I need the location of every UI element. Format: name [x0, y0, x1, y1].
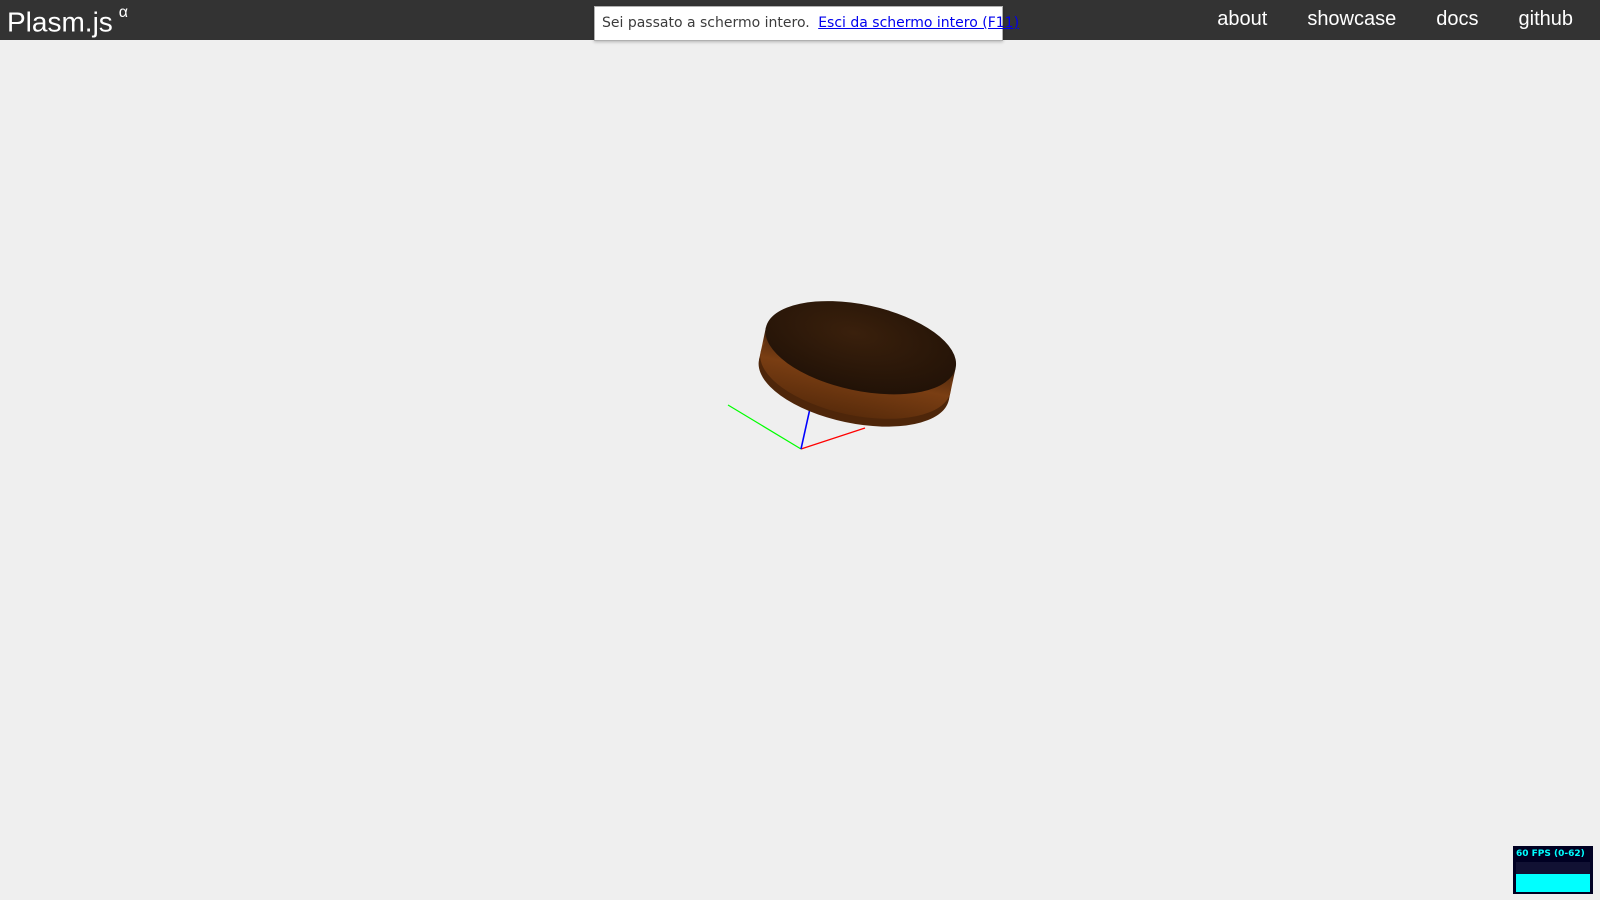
- fullscreen-message: Sei passato a schermo intero.: [602, 15, 810, 31]
- exit-fullscreen-link[interactable]: Esci da schermo intero (F11): [818, 15, 1019, 31]
- fps-graph: [1516, 862, 1590, 892]
- brand-logo[interactable]: Plasm.js α: [7, 0, 128, 40]
- disc-object[interactable]: [750, 285, 965, 442]
- y-axis-line: [727, 404, 802, 450]
- fps-graph-fill: [1516, 874, 1590, 892]
- nav-link-github[interactable]: github: [1499, 0, 1600, 40]
- nav-link-showcase[interactable]: showcase: [1287, 0, 1416, 40]
- fullscreen-notice: Sei passato a schermo intero. Esci da sc…: [594, 6, 1019, 41]
- nav-links: about showcase docs github: [1197, 0, 1600, 40]
- brand-name: Plasm.js: [7, 6, 113, 38]
- nav-link-about[interactable]: about: [1197, 0, 1287, 40]
- nav-link-docs[interactable]: docs: [1416, 0, 1498, 40]
- x-axis-line: [800, 427, 866, 450]
- brand-alpha: α: [118, 4, 129, 21]
- fps-readout: 60 FPS (0-62): [1516, 849, 1585, 859]
- 3d-viewport[interactable]: [0, 40, 1600, 900]
- fps-stats-panel[interactable]: 60 FPS (0-62): [1513, 846, 1593, 894]
